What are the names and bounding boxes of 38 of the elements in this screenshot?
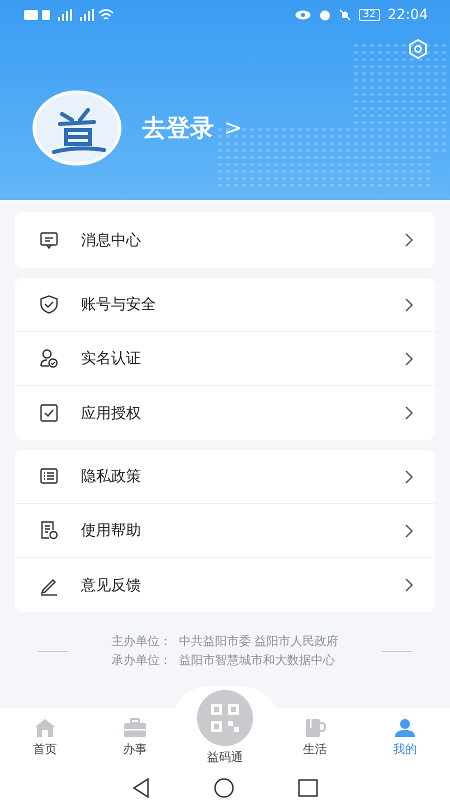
- logo-icon: [32, 90, 122, 166]
- organizer-text: 主办单位： 中共益阳市委 益阳市人民政府: [111, 633, 339, 650]
- tab-item[interactable]: 首页: [0, 708, 90, 768]
- chevron-icon: [405, 524, 413, 538]
- message-icon: [39, 230, 59, 250]
- chevron-icon: [405, 470, 413, 484]
- status-time: 22:04: [388, 6, 428, 24]
- wifi-icon: [98, 9, 114, 21]
- person-check-icon: [39, 348, 59, 369]
- menu-item[interactable]: 消息中心: [15, 212, 435, 268]
- chevron-icon: [405, 406, 413, 420]
- user-icon: [394, 718, 416, 738]
- home-button-icon[interactable]: [214, 778, 234, 798]
- menu-item[interactable]: 账号与安全: [15, 278, 435, 332]
- checkbox-icon: [39, 402, 59, 424]
- eye-icon: [294, 10, 311, 20]
- menu-item[interactable]: 意见反馈: [15, 558, 435, 612]
- organizer-text: 承办单位： 益阳市智慧城市和大数据中心: [111, 652, 336, 669]
- shield-icon: [39, 294, 59, 315]
- menu-item[interactable]: 应用授权: [15, 386, 435, 440]
- mute-bell-icon: [338, 9, 351, 21]
- chevron-icon: [405, 233, 413, 247]
- briefcase-icon: [124, 718, 146, 738]
- chevron-icon: [405, 352, 413, 366]
- tab-item[interactable]: 益码通: [180, 690, 270, 768]
- menu-item[interactable]: 隐私政策: [15, 450, 435, 504]
- document-icon: [39, 520, 59, 541]
- home-icon: [34, 718, 56, 738]
- chevron-icon: [405, 298, 413, 312]
- chevron-icon: [405, 578, 413, 592]
- cup-icon: [304, 718, 326, 738]
- back-icon[interactable]: [132, 778, 150, 798]
- tab-item[interactable]: 生活: [270, 708, 360, 768]
- menu-item[interactable]: 使用帮助: [15, 504, 435, 558]
- recents-icon[interactable]: [298, 779, 318, 797]
- tab-item[interactable]: 办事: [90, 708, 180, 768]
- settings-icon[interactable]: [408, 38, 428, 59]
- menu-item[interactable]: 实名认证: [15, 332, 435, 386]
